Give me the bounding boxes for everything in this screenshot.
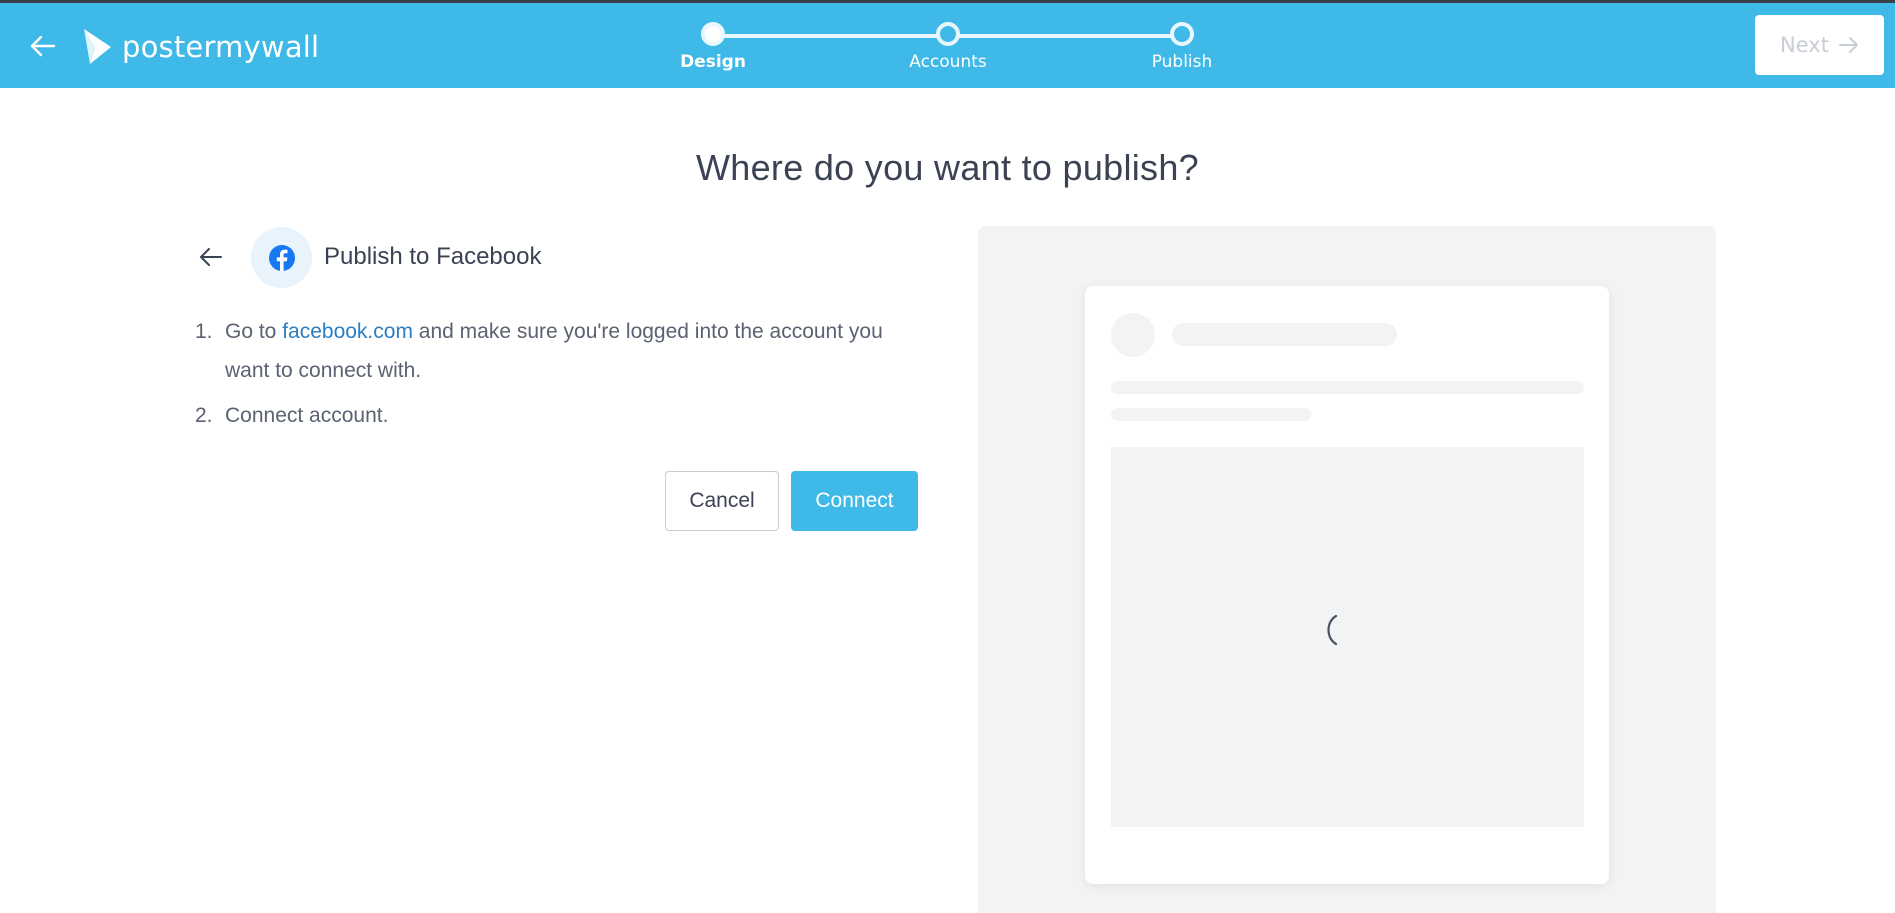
arrow-right-icon xyxy=(1838,37,1858,53)
list-number: 1. xyxy=(195,320,213,343)
arrow-left-icon xyxy=(200,248,222,266)
skeleton-text-line xyxy=(1111,408,1311,421)
step-label: Accounts xyxy=(909,52,987,72)
step-publish[interactable]: Publish xyxy=(1122,22,1242,72)
next-label: Next xyxy=(1780,33,1829,57)
list-number: 2. xyxy=(195,404,213,427)
step-dot xyxy=(1170,22,1194,46)
step-label: Publish xyxy=(1151,52,1213,72)
loading-spinner-icon xyxy=(1327,614,1338,646)
step-label: Design xyxy=(680,52,746,72)
cancel-button[interactable]: Cancel xyxy=(665,471,779,531)
list-item: 1. Go to facebook.com and make sure you'… xyxy=(195,312,895,390)
instruction-list: 1. Go to facebook.com and make sure you'… xyxy=(195,312,895,435)
progress-stepper: Design Accounts Publish xyxy=(0,3,1895,88)
step-dot xyxy=(701,22,725,46)
list-item: 2. Connect account. xyxy=(195,396,895,435)
skeleton-name xyxy=(1172,323,1397,346)
list-text: Connect account. xyxy=(225,404,389,427)
next-button[interactable]: Next xyxy=(1755,15,1884,75)
step-accounts[interactable]: Accounts xyxy=(888,22,1008,72)
page-title: Where do you want to publish? xyxy=(696,147,1199,188)
panel-back-button[interactable] xyxy=(194,240,228,274)
step-design[interactable]: Design xyxy=(653,22,773,72)
skeleton-text-line xyxy=(1111,381,1584,394)
list-text: Go to facebook.com and make sure you're … xyxy=(225,312,895,390)
post-preview-card xyxy=(1085,286,1609,884)
skeleton-avatar xyxy=(1111,313,1155,357)
skeleton-image xyxy=(1111,447,1584,827)
step-dot xyxy=(936,22,960,46)
facebook-badge xyxy=(251,227,312,288)
connect-button[interactable]: Connect xyxy=(791,471,918,531)
panel-title: Publish to Facebook xyxy=(324,243,542,270)
facebook-link[interactable]: facebook.com xyxy=(282,320,413,343)
instruction-text: Go to xyxy=(225,320,283,343)
facebook-icon xyxy=(268,244,295,271)
